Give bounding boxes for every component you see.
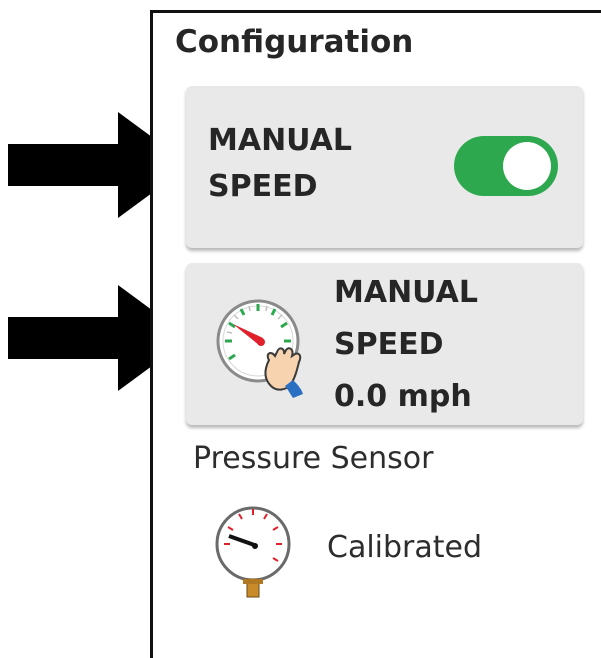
- panel-title: Configuration: [175, 24, 414, 60]
- pressure-sensor-status: Calibrated: [327, 530, 483, 565]
- speed-value: 0.0 mph: [334, 379, 472, 414]
- toggle-label-line1: MANUAL: [208, 123, 352, 158]
- speed-label-line2: SPEED: [334, 327, 444, 362]
- toggle-label-line2: SPEED: [208, 169, 318, 204]
- toggle-knob: [503, 142, 551, 190]
- speed-label-line1: MANUAL: [334, 275, 478, 310]
- speedometer-hand-icon: [216, 299, 303, 398]
- manual-speed-toggle-card[interactable]: MANUAL SPEED: [186, 86, 583, 248]
- pressure-sensor-label: Pressure Sensor: [193, 441, 434, 476]
- manual-speed-card[interactable]: MANUAL SPEED 0.0 mph: [186, 263, 583, 425]
- manual-speed-toggle-switch[interactable]: [454, 136, 558, 196]
- pressure-gauge-icon: [215, 506, 291, 598]
